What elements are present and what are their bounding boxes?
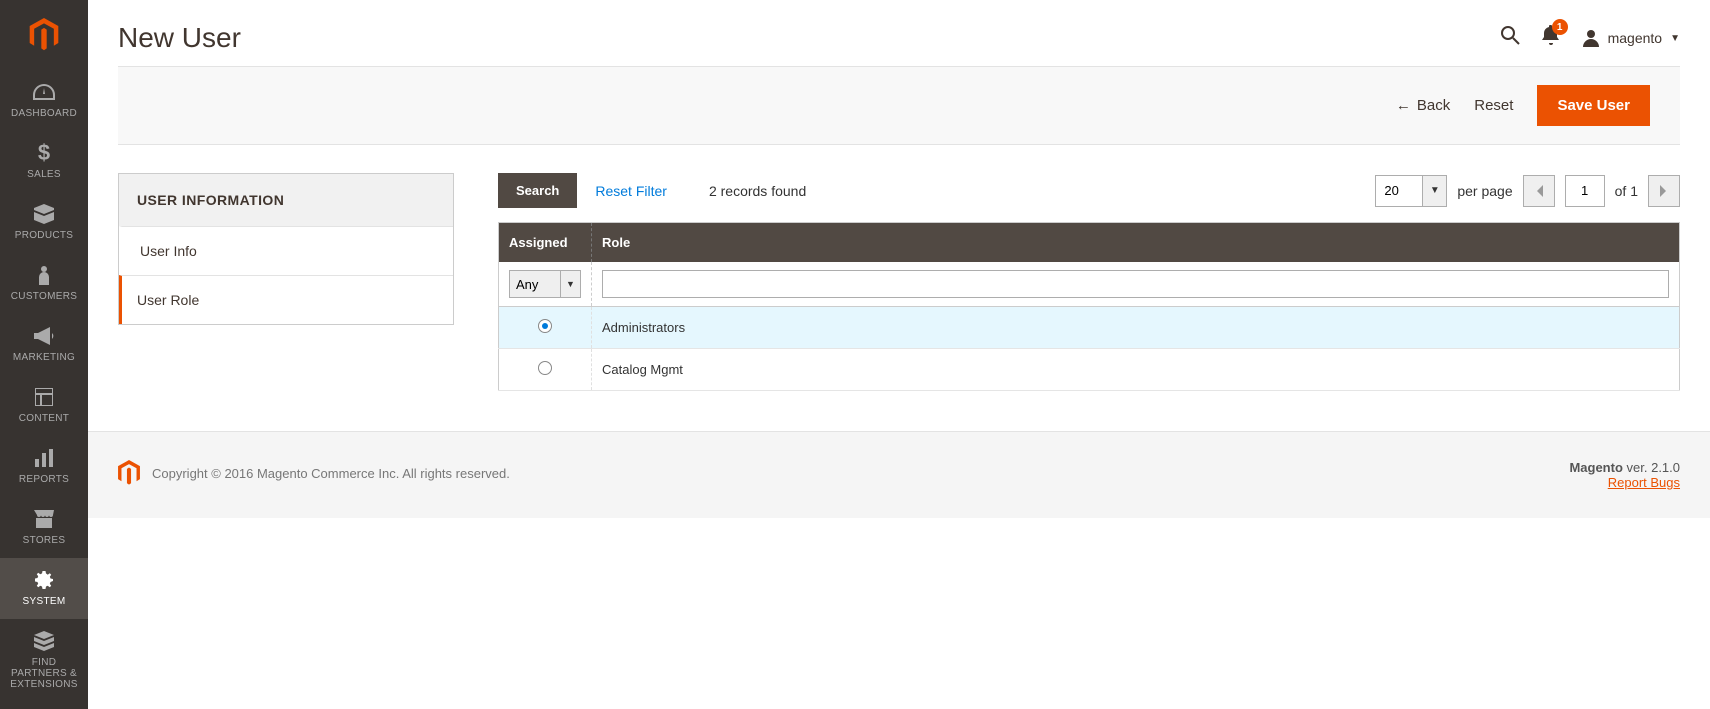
report-bugs-link[interactable]: Report Bugs [1608, 475, 1680, 490]
save-user-button[interactable]: Save User [1537, 85, 1650, 126]
sidebar-item-customers[interactable]: CUSTOMERS [0, 253, 88, 314]
sidebar-label: REPORTS [19, 474, 69, 485]
grid-toolbar: Search Reset Filter 2 records found 20 ▼… [498, 173, 1680, 208]
copyright: Copyright © 2016 Magento Commerce Inc. A… [152, 466, 510, 481]
per-page-select[interactable]: 20 ▼ [1375, 175, 1447, 207]
tab-label: User Role [137, 292, 199, 308]
per-page-label: per page [1457, 183, 1512, 199]
chevron-left-icon [1535, 185, 1543, 197]
version-prefix: Magento [1569, 460, 1622, 475]
sidebar-label: FIND PARTNERS & EXTENSIONS [4, 657, 84, 690]
of-label: of 1 [1615, 183, 1638, 199]
arrow-left-icon: ← [1396, 97, 1411, 114]
sidebar-item-products[interactable]: PRODUCTS [0, 192, 88, 253]
roles-grid-area: Search Reset Filter 2 records found 20 ▼… [498, 173, 1680, 391]
role-cell: Administrators [592, 307, 1680, 349]
box-icon [34, 202, 54, 226]
layout-icon [35, 385, 53, 409]
assigned-filter-select[interactable]: Any [509, 270, 561, 298]
action-bar: ← Back Reset Save User [118, 66, 1680, 145]
records-found: 2 records found [709, 183, 806, 199]
col-role[interactable]: Role [592, 223, 1680, 263]
puzzle-icon [34, 629, 54, 653]
sidebar-item-system[interactable]: SYSTEM [0, 558, 88, 619]
storefront-icon [34, 507, 54, 531]
tab-label: User Info [140, 243, 197, 259]
per-page-value[interactable]: 20 [1375, 175, 1423, 207]
sidebar-label: MARKETING [13, 352, 75, 363]
version: ver. 2.1.0 [1623, 460, 1680, 475]
table-row[interactable]: Administrators [499, 307, 1680, 349]
bar-chart-icon [35, 446, 53, 470]
sidebar-label: CONTENT [19, 413, 69, 424]
back-button[interactable]: ← Back [1396, 97, 1450, 114]
account-menu[interactable]: magento ▼ [1582, 29, 1680, 47]
sidebar-label: DASHBOARD [11, 108, 77, 119]
notifications-icon[interactable]: 1 [1542, 25, 1560, 51]
col-assigned[interactable]: Assigned [499, 223, 592, 263]
sidebar-item-reports[interactable]: REPORTS [0, 436, 88, 497]
next-page-button[interactable] [1648, 175, 1680, 207]
assigned-filter[interactable]: Any ▼ [509, 270, 581, 298]
tab-user-info[interactable]: User Info [119, 226, 453, 275]
page-title: New User [118, 22, 241, 54]
user-information-panel: USER INFORMATION User Info User Role [118, 173, 454, 325]
page-footer: Copyright © 2016 Magento Commerce Inc. A… [88, 431, 1710, 518]
gear-icon [34, 568, 54, 592]
sidebar-label: SYSTEM [23, 596, 66, 607]
person-icon [37, 263, 51, 287]
megaphone-icon [34, 324, 54, 348]
search-icon[interactable] [1500, 25, 1520, 51]
sidebar-item-partners[interactable]: FIND PARTNERS & EXTENSIONS [0, 619, 88, 702]
role-cell: Catalog Mgmt [592, 349, 1680, 391]
chevron-right-icon [1660, 185, 1668, 197]
role-radio[interactable] [538, 361, 552, 375]
user-icon [1582, 29, 1600, 47]
sidebar-label: STORES [23, 535, 66, 546]
roles-table: Assigned Role Any ▼ [498, 222, 1680, 391]
page-header: New User 1 magento ▼ [88, 0, 1710, 66]
notifications-badge: 1 [1552, 19, 1568, 35]
current-page-input[interactable] [1565, 175, 1605, 207]
reset-filter-link[interactable]: Reset Filter [595, 183, 667, 199]
account-name: magento [1608, 30, 1662, 46]
role-radio[interactable] [538, 319, 552, 333]
prev-page-button[interactable] [1523, 175, 1555, 207]
reset-button[interactable]: Reset [1474, 97, 1513, 114]
sidebar-item-content[interactable]: CONTENT [0, 375, 88, 436]
sidebar-item-sales[interactable]: $ SALES [0, 131, 88, 192]
sidebar-item-stores[interactable]: STORES [0, 497, 88, 558]
chevron-down-icon: ▼ [1423, 175, 1447, 207]
back-label: Back [1417, 97, 1450, 114]
dashboard-icon [33, 80, 55, 104]
search-button[interactable]: Search [498, 173, 577, 208]
panel-title: USER INFORMATION [119, 174, 453, 226]
chevron-down-icon: ▼ [561, 270, 581, 298]
sidebar-item-marketing[interactable]: MARKETING [0, 314, 88, 375]
sidebar-label: SALES [27, 169, 61, 180]
magento-logo-small [118, 460, 140, 486]
magento-logo[interactable] [0, 0, 88, 70]
role-filter-input[interactable] [602, 270, 1669, 298]
reset-label: Reset [1474, 97, 1513, 114]
header-actions: 1 magento ▼ [1500, 25, 1680, 51]
table-row[interactable]: Catalog Mgmt [499, 349, 1680, 391]
chevron-down-icon: ▼ [1670, 33, 1680, 44]
admin-sidebar: DASHBOARD $ SALES PRODUCTS CUSTOMERS MAR… [0, 0, 88, 709]
tab-user-role[interactable]: User Role [119, 275, 453, 324]
dollar-icon: $ [38, 141, 50, 165]
sidebar-label: PRODUCTS [15, 230, 74, 241]
sidebar-label: CUSTOMERS [11, 291, 77, 302]
sidebar-item-dashboard[interactable]: DASHBOARD [0, 70, 88, 131]
